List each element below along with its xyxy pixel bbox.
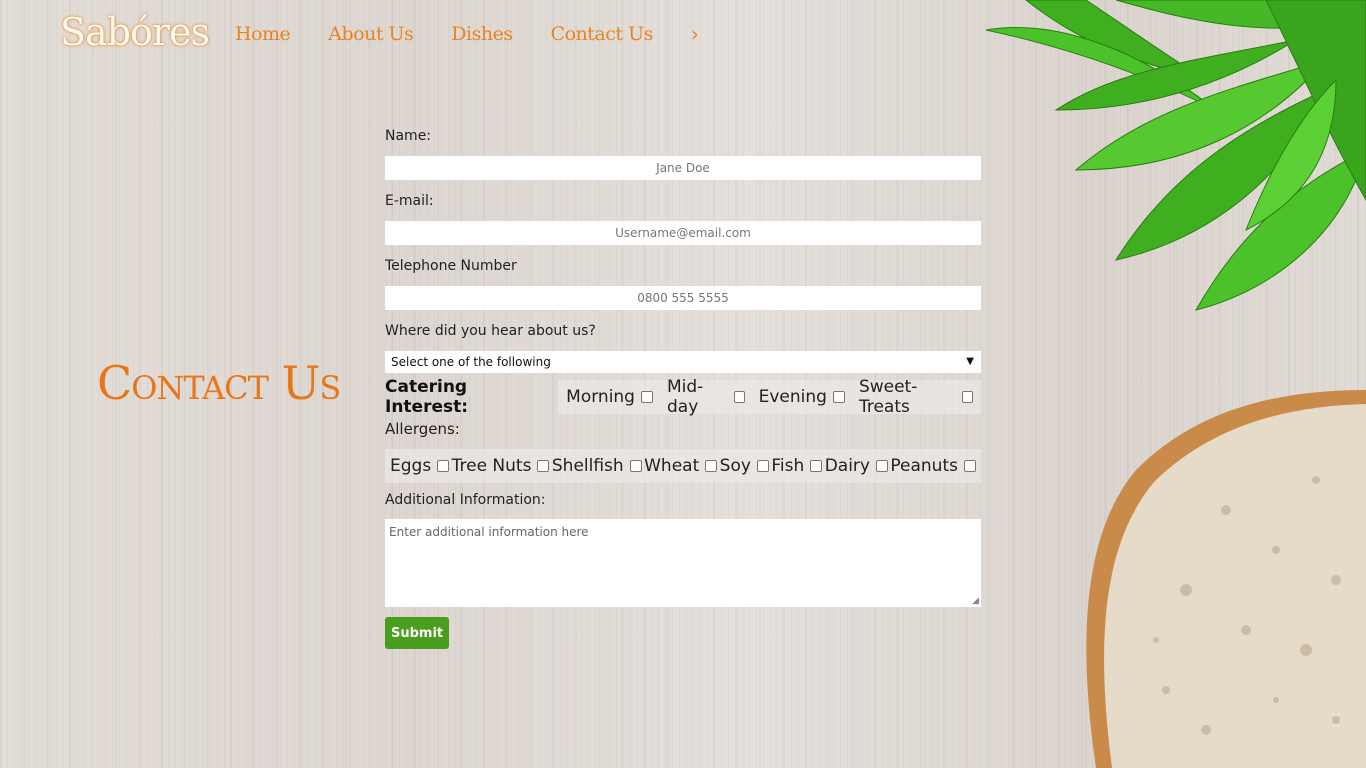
submit-button[interactable]: Submit xyxy=(385,617,449,649)
email-label: E-mail: xyxy=(385,193,434,209)
leaves-decoration xyxy=(985,0,1366,311)
info-label: Additional Information: xyxy=(385,492,546,508)
chevron-right-icon[interactable]: › xyxy=(691,22,699,46)
allergen-options: Eggs Tree Nuts Shellfish Wheat Soy Fish … xyxy=(385,448,981,483)
allergen-option: Peanuts xyxy=(890,456,976,476)
checkbox-peanuts[interactable] xyxy=(963,459,976,472)
checkbox-dairy[interactable] xyxy=(875,459,888,472)
nav-contact-us[interactable]: Contact Us xyxy=(551,23,654,45)
checkbox-wheat[interactable] xyxy=(705,459,718,472)
allergen-option: Tree Nuts xyxy=(452,456,550,476)
allergen-option: Fish xyxy=(771,456,823,476)
contact-form: Name: Jane Doe E-mail: Username@email.co… xyxy=(385,125,981,649)
catering-option: Evening xyxy=(759,387,845,407)
catering-label: Catering Interest: xyxy=(385,377,469,417)
allergen-option: Eggs xyxy=(390,456,450,476)
page-title: Contact Us xyxy=(97,356,341,410)
allergen-option: Dairy xyxy=(825,456,888,476)
allergen-option: Soy xyxy=(720,456,769,476)
nav-about-us[interactable]: About Us xyxy=(328,23,414,45)
site-logo[interactable]: Sabóres xyxy=(60,10,210,54)
allergens-label: Allergens: xyxy=(385,420,460,438)
checkbox-fish[interactable] xyxy=(810,459,823,472)
catering-option: Mid-day xyxy=(667,377,745,417)
source-select[interactable]: Select one of the following ▼ xyxy=(385,351,981,373)
source-select-value: Select one of the following xyxy=(391,355,551,369)
checkbox-mid-day[interactable] xyxy=(733,391,745,403)
allergen-option: Shellfish xyxy=(552,456,642,476)
catering-row: Catering Interest: Morning Mid-day Eveni… xyxy=(385,377,981,417)
info-placeholder: Enter additional information here xyxy=(389,525,589,539)
checkbox-sweet-treats[interactable] xyxy=(962,391,973,403)
nav-dishes[interactable]: Dishes xyxy=(451,23,513,45)
source-label: Where did you hear about us? xyxy=(385,323,596,339)
catering-option: Morning xyxy=(566,387,653,407)
name-field[interactable]: Jane Doe xyxy=(385,156,981,180)
checkbox-eggs[interactable] xyxy=(437,459,450,472)
checkbox-tree-nuts[interactable] xyxy=(537,459,550,472)
checkbox-soy[interactable] xyxy=(756,459,769,472)
checkbox-shellfish[interactable] xyxy=(629,459,642,472)
nav-home[interactable]: Home xyxy=(235,23,291,45)
name-label: Name: xyxy=(385,128,432,144)
checkbox-evening[interactable] xyxy=(832,391,845,403)
additional-info-textarea[interactable]: Enter additional information here ◢ xyxy=(385,519,981,607)
allergens-row: Eggs Tree Nuts Shellfish Wheat Soy Fish … xyxy=(385,448,981,483)
catering-option: Sweet-Treats xyxy=(859,377,973,417)
catering-options: Morning Mid-day Evening Sweet-Treats xyxy=(558,377,981,417)
phone-field[interactable]: 0800 555 5555 xyxy=(385,286,981,310)
checkbox-morning[interactable] xyxy=(640,391,653,403)
allergen-option: Wheat xyxy=(644,456,718,476)
email-field[interactable]: Username@email.com xyxy=(385,221,981,245)
bread-decoration xyxy=(1086,390,1366,768)
resize-handle-icon[interactable]: ◢ xyxy=(972,596,979,606)
main-nav: Home About Us Dishes Contact Us › xyxy=(235,22,699,46)
dropdown-arrow-icon: ▼ xyxy=(966,356,974,367)
phone-label: Telephone Number xyxy=(385,258,517,274)
